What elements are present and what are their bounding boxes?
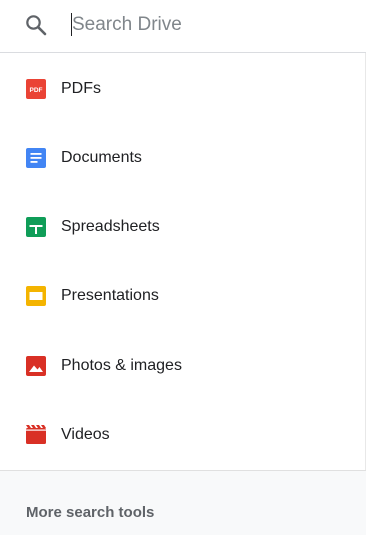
search-footer: More search tools bbox=[0, 470, 366, 535]
file-type-item-videos[interactable]: Videos bbox=[0, 415, 366, 455]
pdf-icon-text: PDF bbox=[30, 87, 43, 94]
file-type-label: Spreadsheets bbox=[61, 218, 160, 235]
document-icon bbox=[26, 148, 46, 168]
file-type-label: Documents bbox=[61, 149, 142, 166]
search-input[interactable] bbox=[72, 10, 342, 40]
search-dropdown-panel: PDF PDFs Documents Spreadsheets bbox=[0, 0, 366, 535]
pdf-icon: PDF bbox=[26, 79, 46, 99]
file-type-item-pdfs[interactable]: PDF PDFs bbox=[0, 69, 366, 109]
search-icon[interactable] bbox=[24, 13, 48, 37]
file-type-label: Videos bbox=[61, 426, 110, 443]
file-type-item-presentations[interactable]: Presentations bbox=[0, 276, 366, 316]
file-type-label: Photos & images bbox=[61, 357, 182, 374]
file-type-item-spreadsheets[interactable]: Spreadsheets bbox=[0, 207, 366, 247]
more-search-tools-link[interactable]: More search tools bbox=[26, 504, 154, 521]
file-type-label: Presentations bbox=[61, 287, 159, 304]
presentation-icon bbox=[26, 286, 46, 306]
image-icon bbox=[26, 356, 46, 376]
file-type-label: PDFs bbox=[61, 80, 101, 97]
file-type-item-documents[interactable]: Documents bbox=[0, 138, 366, 178]
file-type-item-photos-images[interactable]: Photos & images bbox=[0, 346, 366, 386]
video-icon bbox=[26, 425, 46, 444]
spreadsheet-icon bbox=[26, 217, 46, 237]
search-bar bbox=[0, 0, 366, 53]
